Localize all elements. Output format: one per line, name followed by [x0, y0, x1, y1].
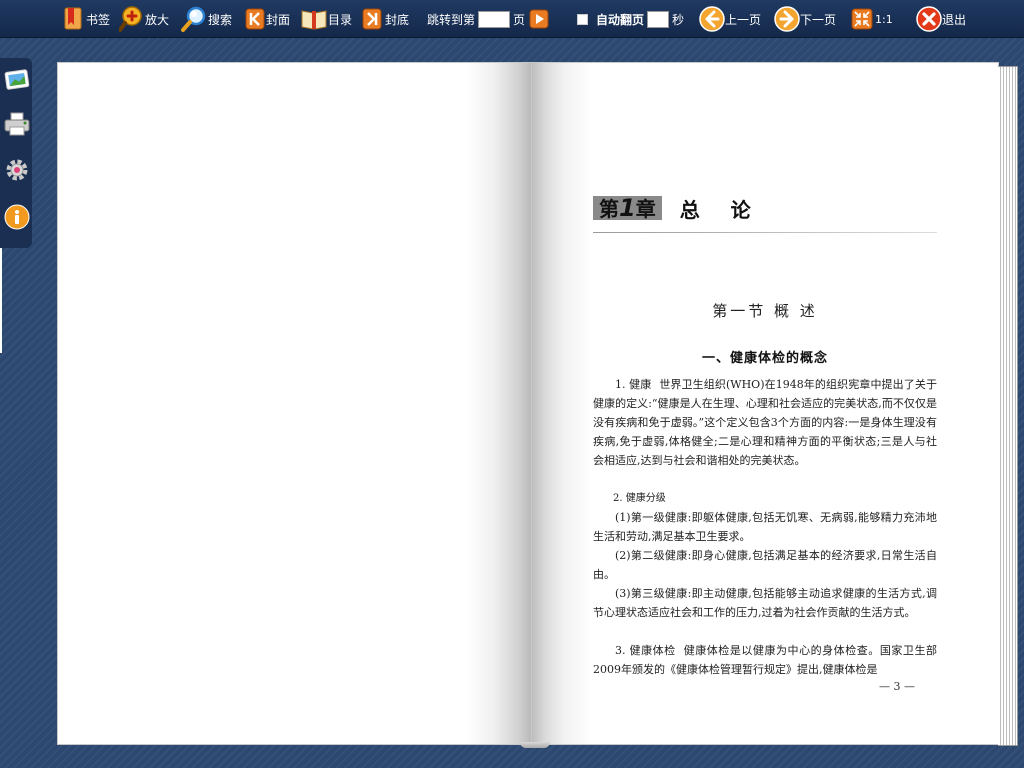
print-button[interactable] [3, 110, 31, 138]
chapter-prefix: 第 [599, 197, 619, 221]
toc-label: 目录 [328, 12, 353, 27]
settings-button[interactable] [3, 156, 31, 184]
paragraph-text: (3)第三级健康:即主动健康,包括能够主动追求健康的生活方式,调节心理状态适应社… [593, 587, 937, 619]
paragraph: (3)第三级健康:即主动健康,包括能够主动追求健康的生活方式,调节心理状态适应社… [593, 584, 937, 622]
page-jump-input[interactable] [478, 10, 511, 28]
next-page-button[interactable]: 下一页 [774, 0, 836, 38]
bookmark-icon [62, 7, 84, 31]
auto-flip-label: 自动翻页 [596, 12, 645, 27]
subheading: 一、健康体检的概念 [701, 351, 828, 366]
auto-flip-seconds-input[interactable] [647, 10, 670, 28]
chapter-suffix: 章 [635, 197, 656, 221]
paragraph: 1. 健康 世界卫生组织(WHO)在1948年的组织宪章中提出了关于健康的定义:“… [593, 375, 937, 470]
chapter-number: 1 [619, 194, 636, 222]
toc-button[interactable]: 目录 [300, 0, 352, 38]
next-page-label: 下一页 [800, 12, 837, 27]
back-cover-label: 封底 [385, 12, 410, 27]
exit-label: 退出 [942, 12, 967, 27]
arrow-left-icon [699, 6, 725, 32]
thumbnail-button[interactable] [3, 66, 31, 94]
paragraph: 2. 健康分级 [593, 489, 937, 508]
paragraph-text: 世界卫生组织(WHO)在1948年的组织宪章中提出了关于健康的定义:“健康是人在… [593, 378, 937, 467]
page-stack-edge [998, 66, 1018, 746]
prev-page-label: 上一页 [725, 12, 762, 27]
cover-label: 封面 [266, 12, 291, 27]
paragraph-text: (2)第二级健康:即身心健康,包括满足基本的经济要求,日常生活自由。 [593, 549, 937, 581]
seconds-label: 秒 [672, 12, 685, 27]
first-page-icon [245, 8, 265, 30]
fit-size-icon [851, 8, 873, 30]
search-button[interactable]: 搜索 [180, 0, 232, 38]
chapter-rule [593, 232, 937, 233]
toolbar: 书签 放大 搜索 封面 目录 封底 跳转到第 页 自动翻页 秒 上一页 下一页 … [0, 0, 1024, 38]
left-page[interactable] [58, 63, 532, 744]
page-number: — 3 — [879, 680, 915, 693]
exit-button[interactable]: 退出 [916, 0, 966, 38]
close-icon [916, 6, 942, 32]
paragraph-label: 1. 健康 [615, 378, 652, 391]
page-jump-label: 跳转到第 [427, 12, 476, 27]
chapter-number-box: 第1章 [593, 194, 662, 222]
search-icon [180, 5, 208, 33]
paragraph-label: 2. 健康分级 [613, 493, 666, 504]
auto-flip-checkbox[interactable] [577, 13, 588, 25]
search-label: 搜索 [208, 12, 233, 27]
chapter-heading: 第1章 总 论 [593, 190, 763, 226]
zoom-in-button[interactable]: 放大 [119, 0, 169, 38]
go-arrow-icon[interactable] [529, 9, 549, 29]
actual-size-label: 1:1 [875, 12, 893, 26]
section-title: 第一节 概 述 [712, 302, 818, 320]
cover-button[interactable]: 封面 [245, 0, 290, 38]
paragraph-label: 3. 健康体检 [615, 644, 676, 657]
chapter-title: 总 论 [679, 197, 763, 222]
bookmark-label: 书签 [86, 12, 111, 27]
image-icon [4, 68, 30, 92]
last-page-icon [362, 8, 382, 30]
gear-icon [4, 157, 30, 183]
paragraph-text: (1)第一级健康:即躯体健康,包括无饥寒、无病弱,能够精力充沛地生活和劳动,满足… [593, 511, 937, 543]
info-icon [4, 204, 30, 230]
paragraph: (2)第二级健康:即身心健康,包括满足基本的经济要求,日常生活自由。 [593, 546, 937, 584]
paragraph: (1)第一级健康:即躯体健康,包括无饥寒、无病弱,能够精力充沛地生活和劳动,满足… [593, 508, 937, 546]
book-icon [300, 8, 328, 30]
actual-size-button[interactable]: 1:1 [851, 0, 893, 38]
printer-icon [3, 111, 31, 137]
info-button[interactable] [3, 203, 31, 231]
side-panel [0, 58, 32, 248]
paragraph: 3. 健康体检 健康体检是以健康为中心的身体检查。国家卫生部2009年颁发的《健康… [593, 641, 937, 679]
auto-flip: 自动翻页 秒 [577, 0, 684, 38]
book-spine [520, 742, 550, 748]
prev-page-button[interactable]: 上一页 [699, 0, 761, 38]
zoom-in-label: 放大 [145, 12, 170, 27]
side-divider [0, 248, 2, 353]
bookmark-button[interactable]: 书签 [62, 0, 110, 38]
zoom-in-icon [119, 5, 145, 33]
page-jump-suffix: 页 [513, 12, 526, 27]
arrow-right-icon [774, 6, 800, 32]
back-cover-button[interactable]: 封底 [362, 0, 409, 38]
page-jump: 跳转到第 页 [427, 0, 549, 38]
